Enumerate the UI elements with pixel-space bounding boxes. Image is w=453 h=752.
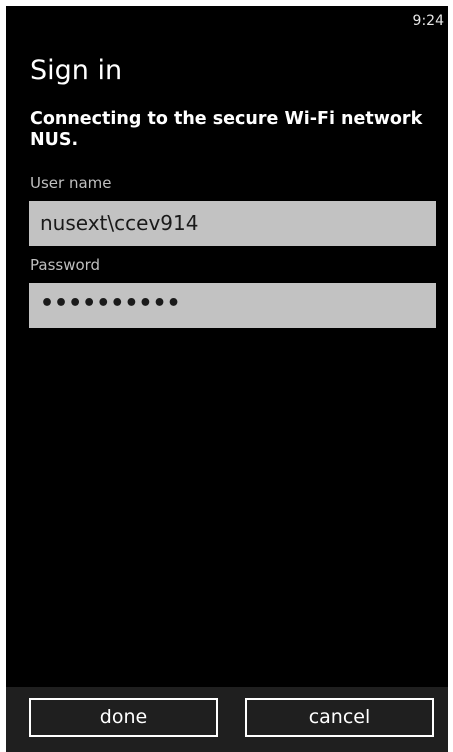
username-label: User name bbox=[30, 174, 112, 192]
app-bar: done cancel bbox=[6, 687, 448, 752]
cancel-button[interactable]: cancel bbox=[245, 698, 434, 737]
page-title: Sign in bbox=[30, 55, 123, 86]
network-message: Connecting to the secure Wi-Fi network N… bbox=[30, 109, 423, 150]
status-bar-time: 9:24 bbox=[412, 13, 444, 29]
sign-in-screen: 9:24 Sign in Connecting to the secure Wi… bbox=[6, 6, 448, 752]
password-input[interactable]: •••••••••• bbox=[29, 283, 436, 328]
password-label: Password bbox=[30, 256, 101, 274]
done-button[interactable]: done bbox=[29, 698, 218, 737]
username-input[interactable]: nusext\ccev914 bbox=[29, 201, 436, 246]
